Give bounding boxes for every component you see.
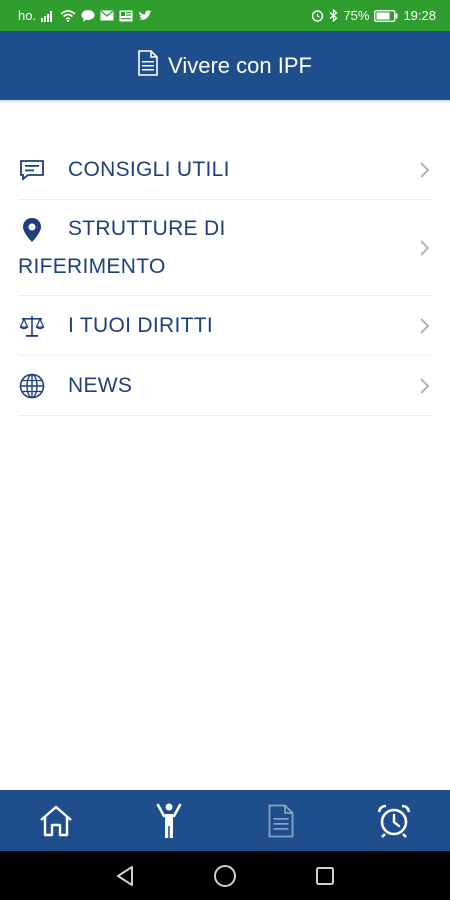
chevron-right-icon [420,377,430,394]
menu-item-label: STRUTTURE DI RIFERIMENTO [18,216,226,278]
alarm-clock-icon [377,804,411,838]
home-system-button[interactable] [210,861,240,891]
mail-icon [100,10,114,21]
app-header: Vivere con IPF [0,31,450,100]
tab-activity[interactable] [139,796,199,846]
header-shadow [0,100,450,104]
menu-list: CONSIGLI UTILI STRUTTURE DI RIFERIMENTO … [0,140,450,416]
tab-reminders[interactable] [364,796,424,846]
twitter-icon [138,9,153,22]
battery-percent: 75% [343,8,370,23]
person-icon [156,803,182,838]
carrier-label: ho. [18,8,37,23]
document-icon [138,50,158,81]
menu-item-consigli-utili[interactable]: CONSIGLI UTILI [18,140,432,200]
news-icon [119,10,133,22]
menu-item-label: I TUOI DIRITTI [68,313,213,337]
chevron-right-icon [420,317,430,334]
clock-time: 19:28 [403,8,436,23]
chat-icon [81,9,95,22]
menu-item-i-tuoi-diritti[interactable]: I TUOI DIRITTI [18,296,432,356]
message-icon [18,156,46,184]
menu-item-label: CONSIGLI UTILI [68,157,230,181]
chevron-right-icon [420,239,430,256]
menu-item-news[interactable]: NEWS [18,356,432,416]
system-nav-bar [0,851,450,900]
bottom-tab-bar [0,790,450,851]
document-icon [268,804,294,837]
page-title: Vivere con IPF [168,52,312,78]
home-icon [40,805,73,836]
back-button[interactable] [110,861,140,891]
wifi-icon [60,9,76,22]
scales-icon [18,312,46,340]
globe-icon [18,372,46,400]
menu-item-strutture-di-riferimento[interactable]: STRUTTURE DI RIFERIMENTO [18,200,432,296]
location-pin-icon [18,216,46,244]
chevron-right-icon [420,161,430,178]
tab-home[interactable] [26,796,86,846]
status-bar: ho. 75% 19:28 [0,0,450,31]
bluetooth-icon [329,9,338,22]
square-recents-icon [316,866,334,885]
back-icon [117,865,133,886]
recents-button[interactable] [310,861,340,891]
circle-home-icon [214,864,236,887]
battery-icon [374,9,398,22]
signal-icon [41,10,55,22]
alarm-icon [311,9,324,22]
tab-documents[interactable] [251,796,311,846]
